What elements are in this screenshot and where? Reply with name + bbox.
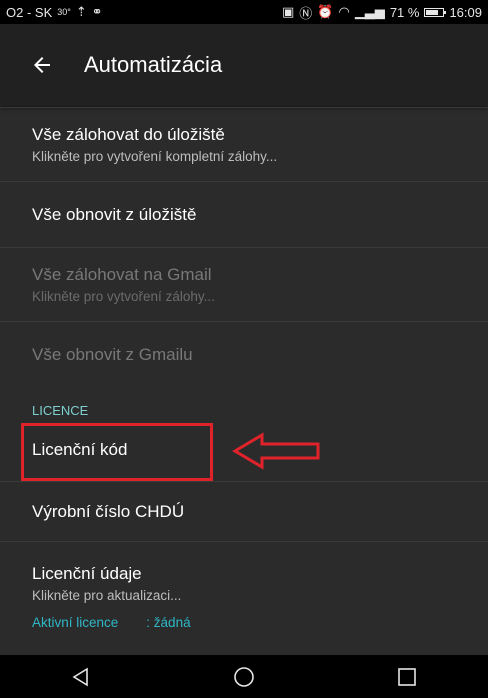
square-recents-icon[interactable] — [377, 655, 437, 698]
active-license-value: : žádná — [146, 615, 191, 630]
list-item-backup-storage[interactable]: Vše zálohovat do úložiště Klikněte pro v… — [0, 108, 488, 182]
settings-list: Vše zálohovat do úložiště Klikněte pro v… — [0, 106, 488, 652]
annotation-highlight-box — [21, 423, 213, 481]
item-title: Vše obnovit z Gmailu — [32, 345, 193, 364]
annotation-arrow-icon — [232, 431, 322, 476]
wifi-icon: ◠ — [338, 4, 350, 19]
list-item-serial-number[interactable]: Výrobní číslo CHDÚ — [0, 482, 488, 542]
status-bar: O2 - SK 30° ⇡ ⚭ ▣ Ⓝ ⏰ ◠ ▁▃▅ 71 % 16:09 — [0, 0, 488, 24]
item-title: Vše zálohovat na Gmail — [32, 265, 212, 284]
item-title: Vše zálohovat do úložiště — [32, 125, 225, 144]
upload-icon: ⇡ — [75, 4, 87, 19]
app-bar: Automatizácia — [0, 24, 488, 106]
clock-text: 16:09 — [449, 4, 482, 20]
list-item-restore-storage[interactable]: Vše obnovit z úložiště — [0, 182, 488, 248]
nav-bar — [0, 655, 488, 698]
alarm-icon: ⏰ — [317, 4, 334, 19]
temperature-text: 30° — [57, 7, 71, 17]
status-right: ▣ Ⓝ ⏰ ◠ ▁▃▅ 71 % 16:09 — [282, 3, 482, 22]
usb-icon: ⚭ — [91, 4, 103, 19]
battery-text: 71 % — [389, 4, 420, 20]
item-subtitle: Klikněte pro aktualizaci... — [32, 588, 182, 603]
battery-icon — [424, 7, 447, 17]
item-title: Licenční údaje — [32, 564, 142, 583]
item-title: Výrobní číslo CHDÚ — [32, 501, 185, 521]
page-title: Automatizácia — [84, 52, 223, 77]
item-subtitle: Klikněte pro vytvoření kompletní zálohy.… — [32, 149, 278, 164]
active-license-label: Aktivní licence — [32, 615, 119, 630]
nfc-icon: ▣ — [281, 4, 295, 19]
triangle-back-icon[interactable] — [51, 655, 111, 698]
circle-home-icon[interactable] — [214, 655, 274, 698]
status-left: O2 - SK 30° ⇡ ⚭ — [6, 4, 103, 20]
list-item-backup-gmail: Vše zálohovat na Gmail Klikněte pro vytv… — [0, 248, 488, 322]
carrier-text: O2 - SK — [6, 4, 53, 20]
section-header-licence: LICENCE — [32, 403, 89, 418]
signal-icon: ▁▃▅ — [354, 4, 385, 19]
list-item-restore-gmail: Vše obnovit z Gmailu — [0, 322, 488, 388]
list-item-license-data[interactable]: Licenční údaje Klikněte pro aktualizaci.… — [0, 542, 488, 652]
arrow-left-icon[interactable] — [22, 45, 62, 85]
item-subtitle: Klikněte pro vytvoření zálohy... — [32, 289, 215, 304]
active-license-row: Aktivní licence : žádná — [32, 615, 456, 630]
item-title: Vše obnovit z úložiště — [32, 204, 197, 224]
nfc-n-icon: Ⓝ — [299, 5, 313, 21]
